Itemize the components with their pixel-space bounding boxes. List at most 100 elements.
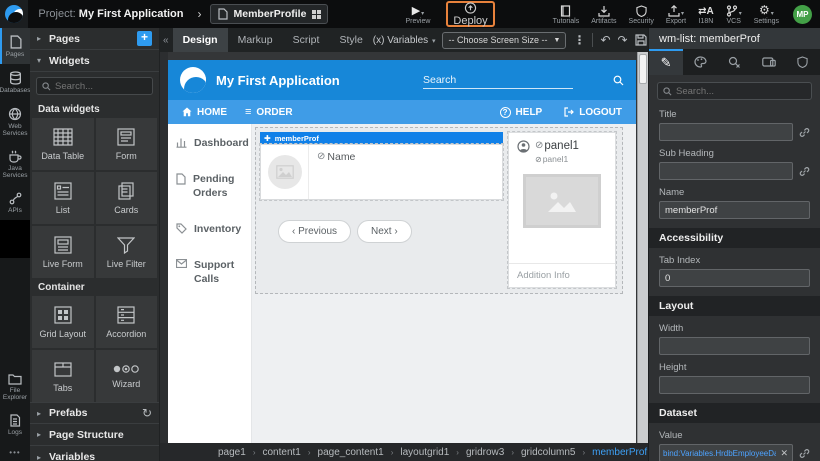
selected-grid-column[interactable]: ✚ memberProf ⊘ Name: [255, 127, 623, 294]
more-options-icon[interactable]: ⋮: [573, 33, 585, 47]
artifacts-button[interactable]: Artifacts: [585, 0, 622, 28]
redo-icon[interactable]: ↷: [618, 33, 628, 47]
page-structure-accordion[interactable]: ▸ Page Structure: [30, 424, 159, 446]
widget-card-accordion[interactable]: Accordion: [96, 296, 158, 348]
widget-card-live-filter[interactable]: Live Filter: [96, 226, 158, 278]
tab-events[interactable]: [717, 49, 751, 75]
sidebar-item-support-calls[interactable]: Support Calls: [176, 258, 243, 286]
deploy-button[interactable]: Deploy: [446, 1, 494, 27]
widget-card-form[interactable]: Form: [96, 118, 158, 170]
preview-button[interactable]: ▶▾ Preview: [400, 0, 437, 28]
variables-dropdown[interactable]: (x) Variables ▾: [373, 35, 436, 46]
app-search-icon[interactable]: [613, 75, 624, 86]
page-tab-memberprofile[interactable]: MemberProfile: [210, 4, 328, 24]
rail-more-icon[interactable]: •••: [0, 442, 30, 461]
tab-properties[interactable]: ✎: [649, 49, 683, 75]
widget-search-input[interactable]: [55, 81, 147, 92]
nav-item-home[interactable]: HOME: [182, 107, 227, 118]
collapse-left-icon[interactable]: «: [160, 35, 173, 46]
screen-size-select[interactable]: -- Choose Screen Size -- ▼: [442, 32, 566, 49]
breadcrumb-item[interactable]: page_content1: [318, 447, 384, 458]
tutorials-button[interactable]: Tutorials: [547, 0, 586, 28]
rail-item-java-services[interactable]: Java Services: [0, 143, 30, 185]
title-input[interactable]: [659, 123, 793, 141]
widget-card-list[interactable]: List: [32, 172, 94, 224]
list-widget-selection-header[interactable]: ✚ memberProf: [260, 132, 503, 144]
nav-item-help[interactable]: ? HELP: [500, 107, 543, 118]
panel-image-placeholder[interactable]: [523, 174, 601, 228]
tab-devices[interactable]: [752, 49, 786, 75]
list-item-template[interactable]: ⊘ Name: [260, 144, 503, 200]
rail-item-file-explorer[interactable]: File Explorer: [0, 366, 30, 407]
list-widget-memberprof[interactable]: ✚ memberProf ⊘ Name: [260, 132, 503, 200]
tab-styles[interactable]: [683, 49, 717, 75]
nav-item-logout[interactable]: LOGOUT: [564, 107, 622, 118]
prefabs-accordion[interactable]: ▸ Prefabs ↻: [30, 402, 159, 424]
widget-card-live-form[interactable]: Live Form: [32, 226, 94, 278]
bind-link-icon[interactable]: [799, 127, 810, 138]
refresh-icon[interactable]: ↻: [142, 406, 152, 420]
next-button[interactable]: Next ›: [357, 220, 412, 243]
scrollbar-thumb[interactable]: [639, 54, 647, 84]
widget-card-tabs[interactable]: Tabs: [32, 350, 94, 402]
pages-accordion[interactable]: ▸ Pages +: [30, 28, 159, 50]
tab-design[interactable]: Design: [173, 28, 228, 52]
security-button[interactable]: Security: [623, 0, 660, 28]
bind-link-icon[interactable]: [799, 448, 810, 459]
tab-style[interactable]: Style: [329, 28, 372, 52]
studio-logo[interactable]: [0, 0, 28, 28]
tab-security[interactable]: [786, 49, 820, 75]
add-page-button[interactable]: +: [137, 31, 152, 46]
breadcrumb-item[interactable]: content1: [262, 447, 300, 458]
canvas-vertical-scrollbar[interactable]: [637, 52, 648, 443]
rail-item-pages[interactable]: Pages: [0, 28, 30, 64]
breadcrumb-item[interactable]: layoutgrid1: [400, 447, 449, 458]
height-input[interactable]: [659, 376, 810, 394]
rail-item-logs[interactable]: Logs: [0, 407, 30, 442]
move-handle-icon[interactable]: ✚: [264, 134, 271, 143]
nav-item-order[interactable]: ≡ ORDER: [245, 106, 293, 118]
widgets-accordion[interactable]: ▾ Widgets: [30, 50, 159, 72]
clear-value-icon[interactable]: ✕: [776, 448, 792, 459]
width-input[interactable]: [659, 337, 810, 355]
panel-widget-panel1[interactable]: ⊘ panel1 ⊘ panel1: [508, 132, 616, 288]
accessibility-section-header[interactable]: Accessibility: [649, 228, 820, 248]
bind-link-icon[interactable]: [799, 166, 810, 177]
vcs-button[interactable]: ▾ VCS: [720, 0, 748, 28]
sidebar-item-pending-orders[interactable]: Pending Orders: [176, 172, 243, 200]
app-header[interactable]: My First Application: [168, 60, 636, 100]
breadcrumb-item-active[interactable]: memberProf: [592, 447, 647, 458]
widget-card-wizard[interactable]: Wizard: [96, 350, 158, 402]
sidebar-item-inventory[interactable]: Inventory: [176, 222, 243, 236]
rail-item-databases[interactable]: Databases: [0, 64, 30, 100]
sub-heading-input[interactable]: [659, 162, 793, 180]
widget-card-data-table[interactable]: Data Table: [32, 118, 94, 170]
sidebar-item-dashboard[interactable]: Dashboard: [176, 136, 243, 150]
widget-card-grid-layout[interactable]: Grid Layout: [32, 296, 94, 348]
properties-search-input[interactable]: [676, 86, 806, 97]
undo-icon[interactable]: ↶: [600, 33, 610, 47]
settings-button[interactable]: ⚙▾ Settings: [748, 0, 785, 28]
save-icon[interactable]: [635, 34, 647, 46]
i18n-button[interactable]: ⇄A I18N: [692, 0, 720, 28]
dataset-value-input[interactable]: bind:Variables.HrdbEmployeeData.data ✕: [659, 444, 793, 461]
rail-item-apis[interactable]: APIs: [0, 185, 30, 220]
app-search-input[interactable]: [423, 72, 573, 88]
tab-index-input[interactable]: [659, 269, 810, 287]
export-button[interactable]: ▾ Export: [660, 0, 692, 28]
rail-item-web-services[interactable]: Web Services: [0, 100, 30, 143]
user-avatar[interactable]: MP: [793, 5, 812, 24]
variables-accordion[interactable]: ▸ Variables: [30, 446, 159, 461]
breadcrumb-item[interactable]: gridcolumn5: [521, 447, 575, 458]
name-input[interactable]: [659, 201, 810, 219]
page-switcher-icon[interactable]: [312, 10, 321, 19]
tab-markup[interactable]: Markup: [228, 28, 283, 52]
layout-section-header[interactable]: Layout: [649, 296, 820, 316]
dataset-section-header[interactable]: Dataset: [649, 403, 820, 423]
tab-script[interactable]: Script: [283, 28, 330, 52]
rail-divider: [0, 220, 30, 258]
breadcrumb-item[interactable]: page1: [218, 447, 246, 458]
widget-card-cards[interactable]: Cards: [96, 172, 158, 224]
previous-button[interactable]: ‹ Previous: [278, 220, 351, 243]
breadcrumb-item[interactable]: gridrow3: [466, 447, 504, 458]
